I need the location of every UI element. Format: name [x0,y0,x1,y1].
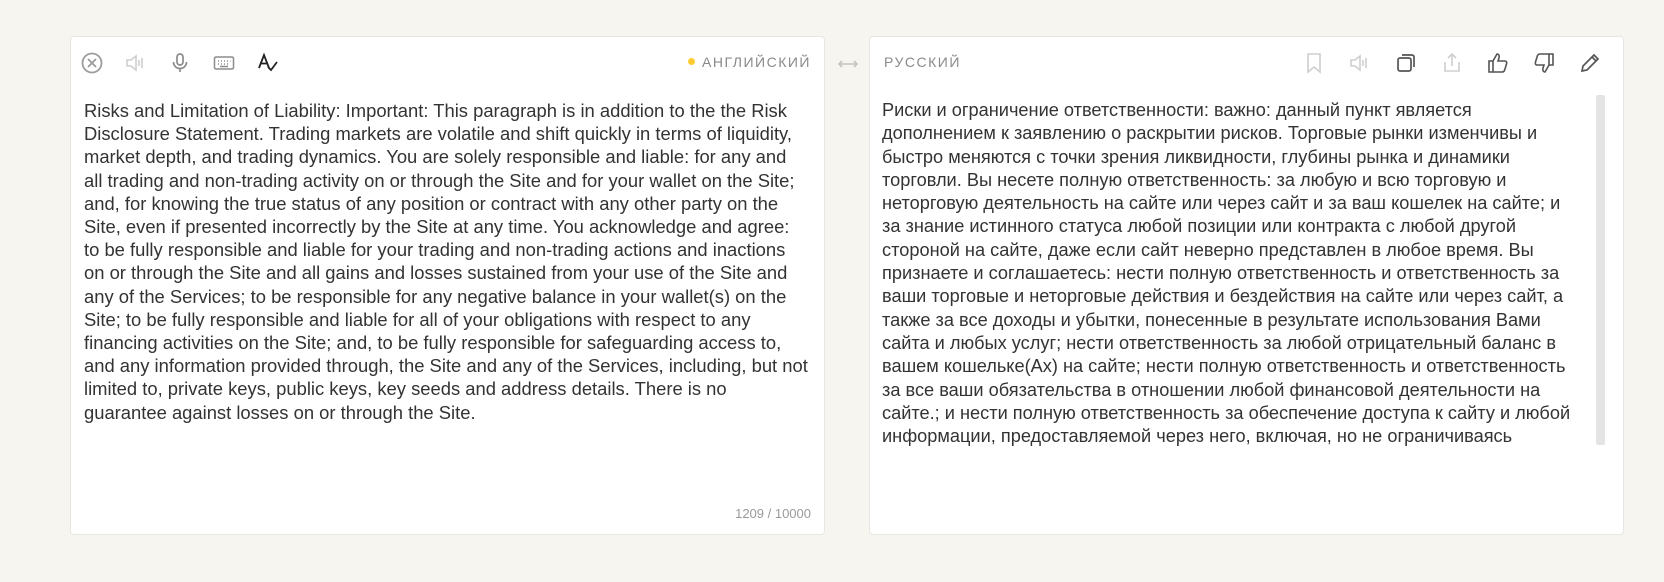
share-icon[interactable] [1439,50,1465,76]
target-panel: РУССКИЙ Риски и ограничение ответственно… [869,36,1624,535]
target-toolbar: РУССКИЙ [870,37,1623,87]
bookmark-icon[interactable] [1301,50,1327,76]
character-counter: 1209 / 10000 [735,506,811,521]
thumbs-up-icon[interactable] [1485,50,1511,76]
source-panel: АНГЛИЙСКИЙ Risks and Limitation of Liabi… [70,36,825,535]
swap-arrows-icon[interactable] [836,52,860,76]
target-language-label[interactable]: РУССКИЙ [884,54,961,70]
spellcheck-icon[interactable] [255,50,281,76]
detected-language-dot [688,57,696,65]
source-text-input[interactable]: Risks and Limitation of Liability: Impor… [84,99,809,424]
clear-icon[interactable] [79,50,105,76]
speaker-icon[interactable] [123,50,149,76]
microphone-icon[interactable] [167,50,193,76]
edit-icon[interactable] [1577,50,1603,76]
keyboard-icon[interactable] [211,50,237,76]
translation-scrollbar[interactable] [1596,95,1605,445]
source-language-label: АНГЛИЙСКИЙ [702,54,811,70]
thumbs-down-icon[interactable] [1531,50,1557,76]
source-language-selector[interactable]: АНГЛИЙСКИЙ [688,54,811,70]
copy-icon[interactable] [1393,50,1419,76]
translation-output: Риски и ограничение ответственности: важ… [882,100,1571,447]
speaker-icon[interactable] [1347,50,1373,76]
source-toolbar: АНГЛИЙСКИЙ [71,37,824,87]
